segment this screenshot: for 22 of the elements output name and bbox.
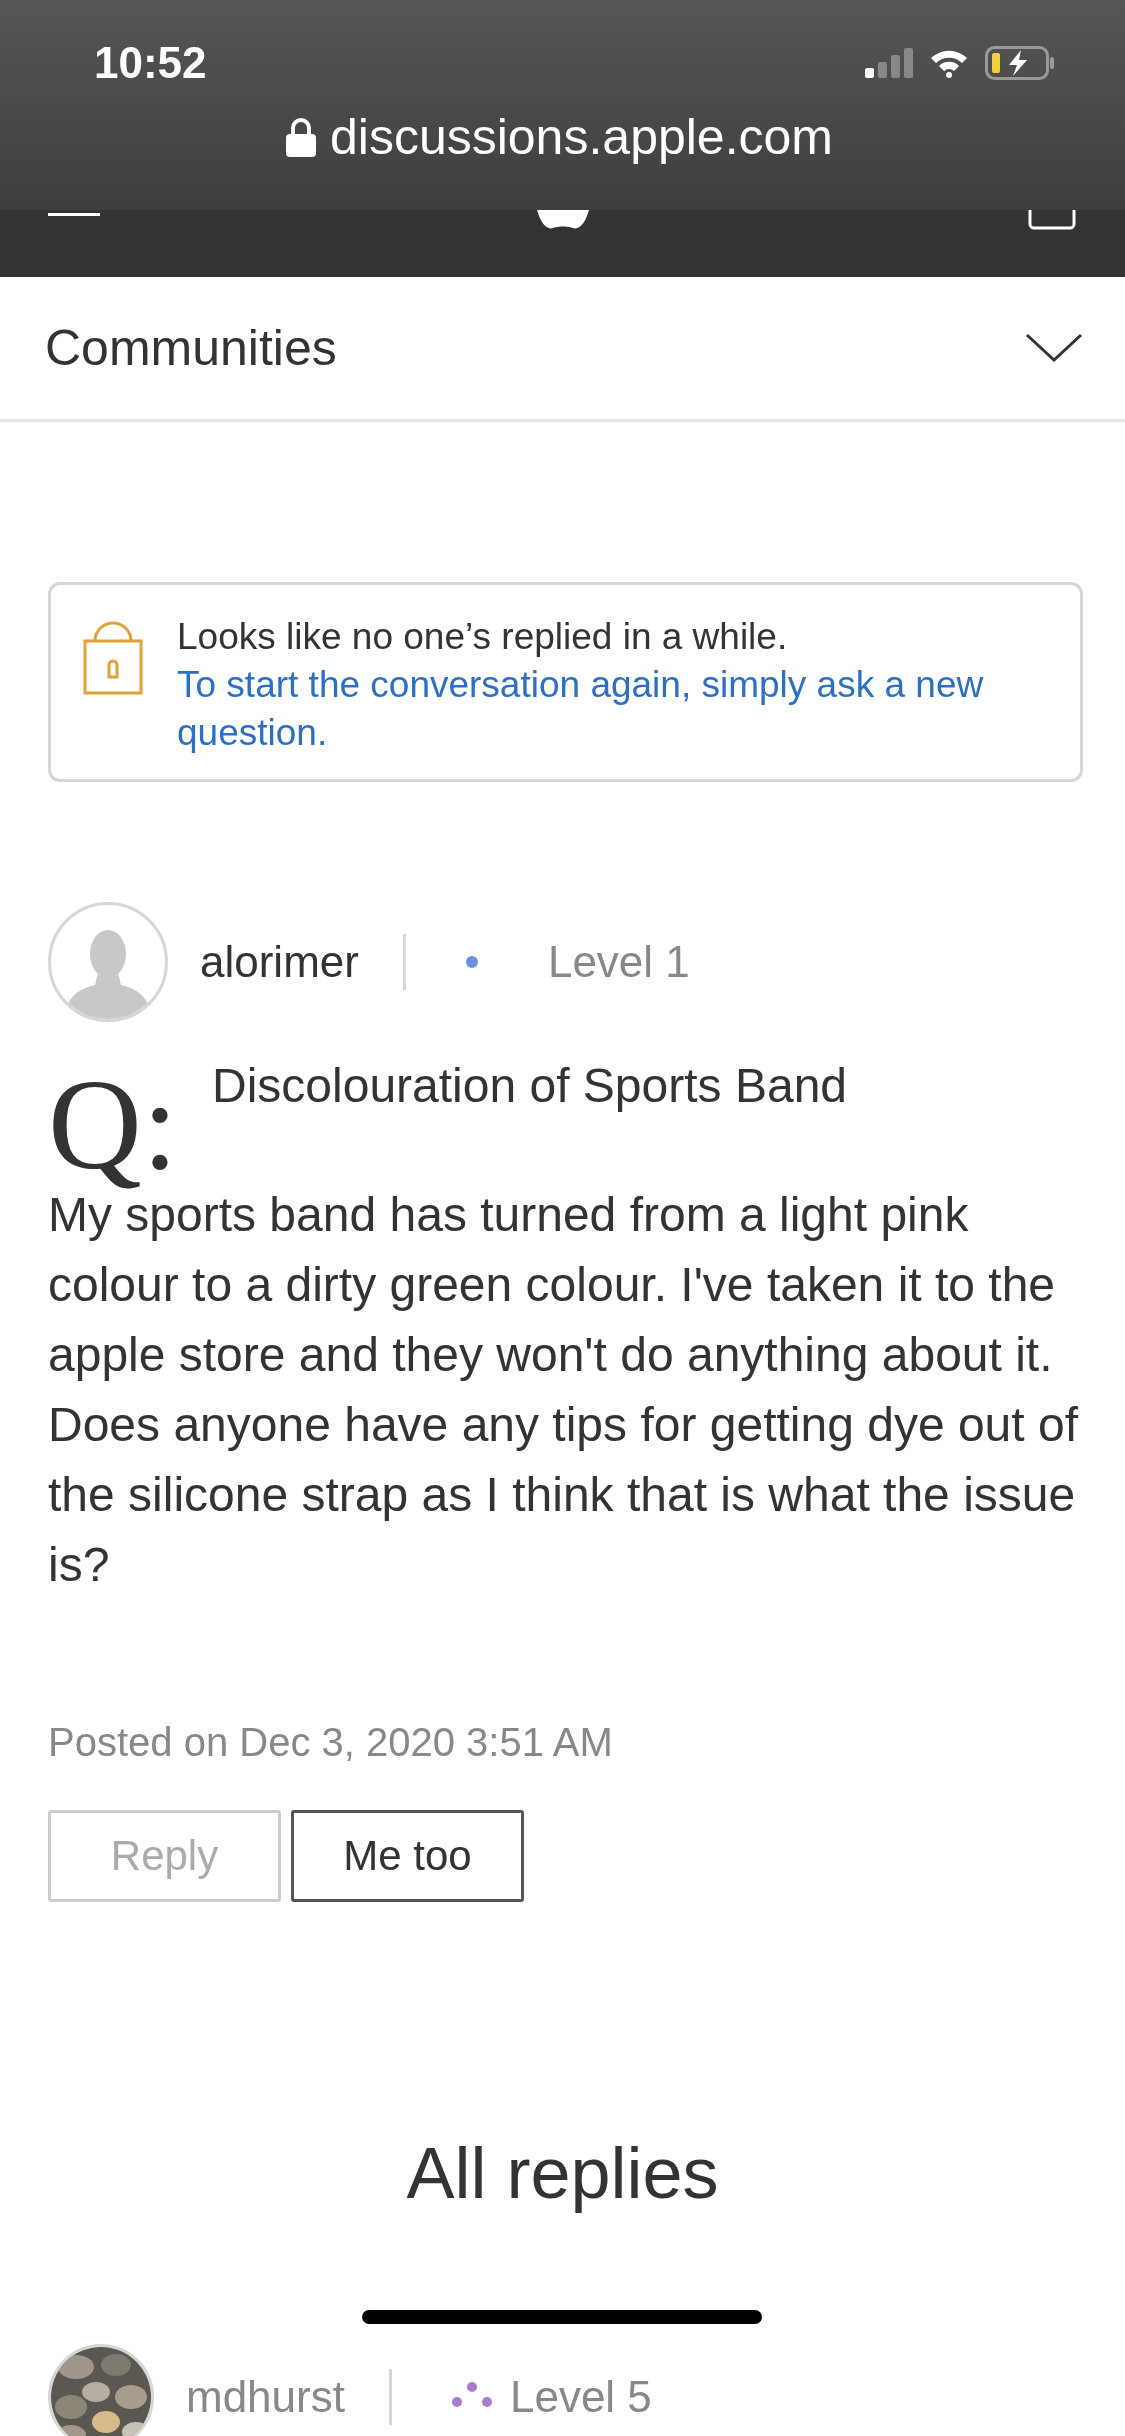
new-question-link[interactable]: To start the conversation again, simply ask a new question. xyxy=(177,661,1050,757)
status-time: 10:52 xyxy=(94,38,207,88)
posted-date: Posted on Dec 3, 2020 3:51 AM xyxy=(48,1719,614,1765)
chevron-down-icon xyxy=(1025,333,1083,363)
lock-icon xyxy=(286,117,316,157)
replies-heading: All replies xyxy=(405,2131,720,2214)
author-name[interactable]: mdhurst xyxy=(186,2371,345,2422)
question-mark-label: Q: xyxy=(48,1051,178,1198)
menu-icon[interactable] xyxy=(48,213,100,219)
notice-text: Looks like no one’s replied in a while. xyxy=(177,615,789,659)
author-level: Level 5 xyxy=(509,2371,652,2422)
author-name[interactable]: alorimer xyxy=(200,937,359,987)
url-text: discussions.apple.com xyxy=(330,108,833,166)
me-too-button[interactable]: Me too xyxy=(291,1809,524,1902)
signal-icon xyxy=(865,48,913,78)
author-level: Level 1 xyxy=(547,937,690,987)
battery-charging-icon xyxy=(985,46,1055,80)
bag-icon[interactable] xyxy=(1028,210,1076,230)
communities-dropdown[interactable]: Communities xyxy=(0,277,1125,422)
question-title: Discolouration of Sports Band xyxy=(212,1058,847,1114)
logo-icon[interactable] xyxy=(537,210,589,230)
wifi-icon xyxy=(929,48,969,78)
